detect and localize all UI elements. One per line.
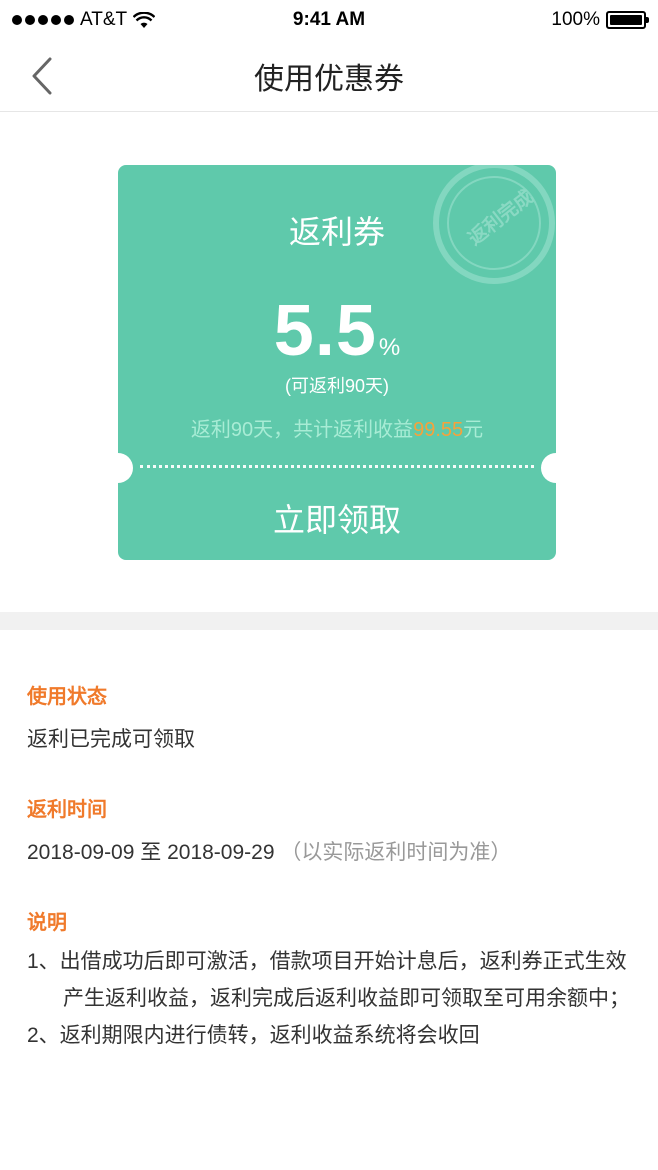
rate-unit: % xyxy=(378,334,401,361)
section-divider xyxy=(0,612,658,630)
earnings-amount: 99.55 xyxy=(413,419,464,441)
time-range: 2018-09-09 至 2018-09-29 xyxy=(27,841,275,864)
coupon-details: 使用状态 返利已完成可领取 返利时间 2018-09-09 至 2018-09-… xyxy=(27,680,637,1094)
description-line: 1、出借成功后即可激活，借款项目开始计息后，返利券正式生效 xyxy=(27,950,627,973)
back-button[interactable] xyxy=(22,56,62,96)
signal-icon xyxy=(12,15,74,25)
time-label: 返利时间 xyxy=(27,799,107,821)
rate-value: 5.5 xyxy=(273,291,377,371)
status-section: 使用状态 返利已完成可领取 xyxy=(27,680,637,753)
description-label: 说明 xyxy=(27,912,67,934)
ticket-notch-right xyxy=(541,453,556,483)
carrier-info: AT&T xyxy=(12,9,156,31)
time-note: （以实际返利时间为准） xyxy=(280,841,512,864)
time-value: 2018-09-09 至 2018-09-29 （以实际返利时间为准） xyxy=(27,836,637,866)
battery-percent: 100% xyxy=(551,9,600,30)
rebate-rate: 5.5% xyxy=(118,290,556,372)
description-section: 说明 1、出借成功后即可激活，借款项目开始计息后，返利券正式生效 产生返利收益，… xyxy=(27,906,637,1054)
status-bar: AT&T 9:41 AM 100% xyxy=(0,0,658,40)
ticket-notch-left xyxy=(118,453,133,483)
battery-icon xyxy=(606,11,649,29)
rebate-period: (可返利90天) xyxy=(284,376,389,396)
description-line: 产生返利收益，返利完成后返利收益即可领取至可用余额中； xyxy=(63,987,630,1010)
earnings-suffix: 元 xyxy=(463,419,484,441)
claim-button[interactable]: 立即领取 xyxy=(118,485,556,550)
page-title: 使用优惠券 xyxy=(254,62,404,96)
status-label: 使用状态 xyxy=(27,686,107,708)
coupon-card: 返利完成 返利券 5.5% (可返利90天) 返利90天，共计返利收益99.55… xyxy=(118,165,556,560)
nav-bar: 使用优惠券 xyxy=(0,40,658,112)
perforation-divider xyxy=(140,465,534,468)
rebate-earnings: 返利90天，共计返利收益99.55元 xyxy=(118,413,556,442)
wifi-icon xyxy=(133,11,156,28)
carrier-name: AT&T xyxy=(80,9,128,30)
description-line: 2、返利期限内进行债转，返利收益系统将会收回 xyxy=(27,1024,480,1047)
battery-info: 100% xyxy=(551,9,649,31)
earnings-prefix: 返利90天，共计返利收益 xyxy=(190,419,414,441)
status-value: 返利已完成可领取 xyxy=(27,728,195,751)
chevron-left-icon xyxy=(32,57,52,95)
coupon-type: 返利券 xyxy=(288,214,385,250)
time-section: 返利时间 2018-09-09 至 2018-09-29 （以实际返利时间为准） xyxy=(27,793,637,866)
